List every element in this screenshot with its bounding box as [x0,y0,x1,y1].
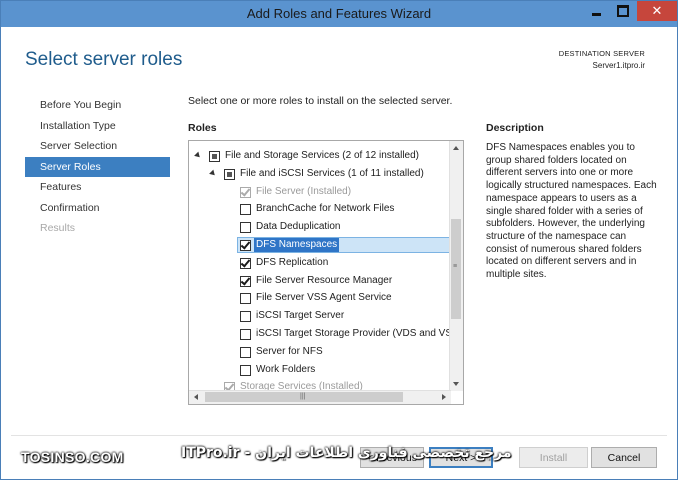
close-icon: ✕ [651,3,663,19]
roles-tree[interactable]: File and Storage Services (2 of 12 insta… [188,140,464,405]
maximize-icon [617,5,629,17]
role-row[interactable]: Server for NFS [189,343,449,361]
nav-results: Results [40,222,76,234]
maximize-button[interactable] [610,1,636,21]
role-label: Data Deduplication [256,221,341,233]
role-label: BranchCache for Network Files [256,203,395,215]
role-checkbox[interactable] [240,364,251,376]
grip-icon: ≡ [453,263,458,270]
role-label: Work Folders [256,363,316,375]
role-checkbox[interactable] [209,151,220,162]
role-label: File Server VSS Agent Service [256,292,392,304]
roles-horizontal-scrollbar[interactable]: ||| [189,390,451,404]
roles-tree-items: File and Storage Services (2 of 12 insta… [189,147,463,396]
nav-installation-type[interactable]: Installation Type [25,116,170,137]
role-row[interactable]: File Server VSS Agent Service [189,289,449,307]
minimize-button[interactable] [583,1,609,21]
role-checkbox[interactable] [240,257,251,269]
role-row[interactable]: File and Storage Services (2 of 12 insta… [189,147,449,165]
role-label: iSCSI Target Storage Provider (VDS and V… [256,327,459,339]
role-row[interactable]: iSCSI Target Storage Provider (VDS and V… [189,325,459,343]
role-label: DFS Replication [256,256,329,268]
role-row[interactable]: DFS Namespaces [189,236,463,254]
role-label: File and iSCSI Services (1 of 11 install… [240,167,424,179]
window-title: Add Roles and Features Wizard [246,6,432,21]
role-row[interactable]: Work Folders [189,361,449,379]
role-checkbox[interactable] [240,275,251,287]
role-label: File Server Resource Manager [256,274,393,286]
watermark-tosinso: TOSINSO.COM [21,449,124,465]
nav-confirmation[interactable]: Confirmation [25,198,170,219]
cancel-button[interactable]: Cancel [591,447,657,468]
role-checkbox [240,186,251,198]
role-checkbox[interactable] [240,328,251,340]
role-checkbox[interactable] [240,311,251,323]
role-label: Server for NFS [256,345,323,357]
scroll-down-icon[interactable] [453,382,459,386]
role-row[interactable]: File and iSCSI Services (1 of 11 install… [189,165,449,183]
role-label: File Server (Installed) [256,185,352,197]
expand-collapse-icon[interactable] [209,169,217,178]
role-row[interactable]: Data Deduplication [189,218,449,236]
vertical-scroll-thumb[interactable]: ≡ [451,219,461,319]
expand-collapse-icon[interactable] [194,151,202,160]
role-checkbox[interactable] [224,168,235,180]
destination-server-name: Server1.itpro.ir [592,61,645,70]
nav-before-you-begin[interactable]: Before You Begin [25,95,170,116]
nav-server-roles[interactable]: Server Roles [25,156,170,177]
instruction-text: Select one or more roles to install on t… [188,95,453,107]
role-row[interactable]: BranchCache for Network Files [189,200,449,218]
wizard-window: Add Roles and Features Wizard ✕ Select s… [0,0,678,480]
description-heading: Description [486,122,544,134]
scroll-left-icon[interactable] [194,394,198,400]
watermark-itpro: مرجع تخصصی فناوری اطلاعات ایران - ITPro.… [181,445,512,461]
role-label: File and Storage Services (2 of 12 insta… [225,150,419,161]
role-row[interactable]: DFS Replication [189,254,449,272]
nav-features[interactable]: Features [25,177,170,198]
role-checkbox[interactable] [240,204,251,216]
destination-server-label: DESTINATION SERVER [558,49,645,58]
role-checkbox[interactable] [240,222,251,234]
footer-divider [11,435,667,436]
role-row[interactable]: iSCSI Target Server [189,307,449,325]
title-bar[interactable]: Add Roles and Features Wizard ✕ [1,1,677,27]
minimize-icon [591,12,601,16]
scroll-up-icon[interactable] [453,146,459,150]
close-button[interactable]: ✕ [637,1,677,21]
grip-icon: ||| [300,393,306,400]
description-text: DFS Namespaces enables you to group shar… [486,142,657,281]
role-checkbox[interactable] [240,293,251,305]
roles-vertical-scrollbar[interactable]: ≡ [449,141,463,391]
install-button: Install [519,447,588,468]
role-row[interactable]: File Server (Installed) [189,183,449,201]
role-checkbox[interactable] [240,239,251,251]
role-row[interactable]: File Server Resource Manager [189,272,449,290]
roles-heading: Roles [188,122,217,134]
role-checkbox[interactable] [240,346,251,358]
role-label: DFS Namespaces [254,237,340,252]
scroll-right-icon[interactable] [442,394,446,400]
nav-server-selection[interactable]: Server Selection [25,136,170,157]
horizontal-scroll-thumb[interactable]: ||| [205,392,403,402]
wizard-steps-nav: Before You Begin Installation Type Serve… [25,95,170,239]
role-label: iSCSI Target Server [256,310,345,322]
page-title: Select server roles [25,49,183,70]
